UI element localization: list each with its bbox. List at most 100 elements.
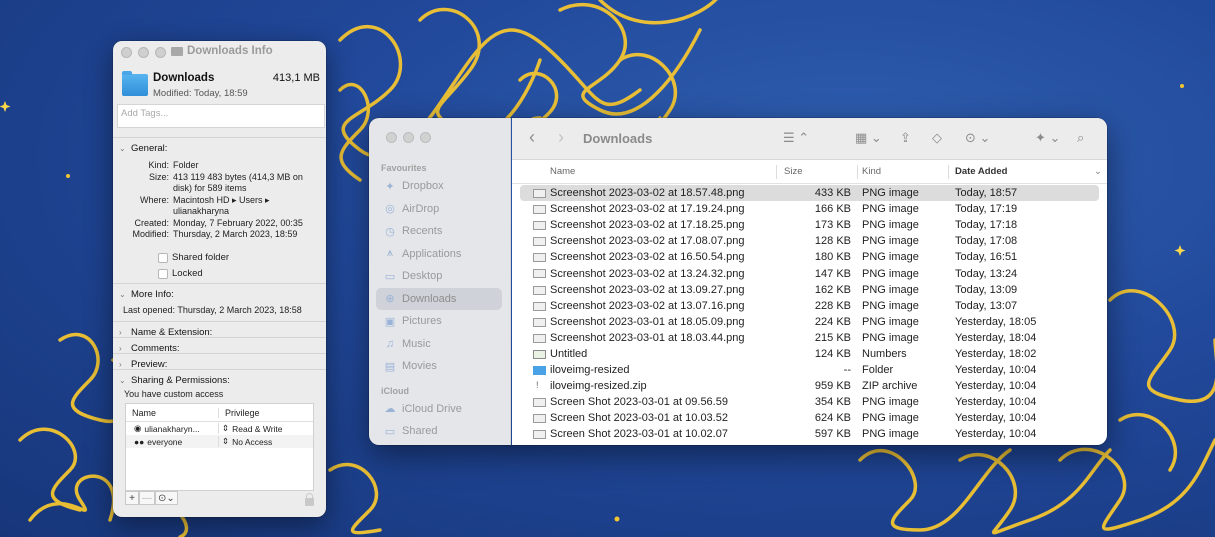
tags-input[interactable]: Add Tags...: [117, 104, 325, 128]
perm-user-privilege[interactable]: No Access: [232, 437, 272, 447]
sidebar-item-airdrop[interactable]: ◎ AirDrop: [376, 198, 502, 221]
sidebar-item-pictures[interactable]: ▣ Pictures: [376, 310, 502, 333]
list-view-icon[interactable]: ☰ ⌃: [783, 130, 809, 146]
sidebar-item-icloud-drive[interactable]: ☁ iCloud Drive: [376, 398, 502, 421]
desktop-icon: ▭: [384, 270, 396, 283]
info-window: Downloads Info Downloads 413,1 MB Modifi…: [113, 41, 326, 517]
file-row[interactable]: Screenshot 2023-03-02 at 18.57.48.png 433…: [520, 185, 1099, 202]
file-size: 228 KB: [814, 299, 851, 312]
size-column-header[interactable]: Size: [784, 166, 802, 177]
comments-section[interactable]: › Comments:: [113, 337, 326, 354]
last-opened: Last opened: Thursday, 2 March 2023, 18:…: [123, 305, 302, 315]
perm-user-privilege[interactable]: Read & Write: [232, 424, 282, 434]
file-size: 166 KB: [814, 203, 851, 216]
file-date-added: Yesterday, 18:05: [955, 315, 1037, 328]
file-row[interactable]: Screenshot 2023-03-02 at 17.08.07.png 128…: [520, 233, 1099, 249]
file-row[interactable]: Untitled 124 KB Numbers Yesterday, 18:02: [520, 346, 1099, 362]
sidebar-item-movies[interactable]: ▤ Movies: [376, 355, 502, 378]
locked-checkbox[interactable]: Locked: [158, 266, 320, 282]
file-kind: Folder: [862, 364, 894, 377]
sidebar-item-desktop[interactable]: ▭ Desktop: [376, 265, 502, 288]
file-row[interactable]: Screenshot 2023-03-01 at 18.05.09.png 224…: [520, 314, 1099, 330]
dropbox-icon[interactable]: ✦ ⌄: [1035, 130, 1060, 146]
name-column-header[interactable]: Name: [550, 166, 575, 177]
info-titlebar[interactable]: Downloads Info: [113, 41, 326, 63]
file-size: 173 KB: [814, 219, 851, 232]
file-size: --: [843, 364, 851, 377]
file-name: Screenshot 2023-03-02 at 13.24.32.png: [550, 267, 745, 280]
image-file-icon: [533, 285, 546, 295]
back-button[interactable]: ‹: [529, 127, 535, 148]
sidebar-item-label: Pictures: [402, 315, 442, 328]
more-info-disclosure[interactable]: ⌄ More Info:: [119, 288, 320, 300]
preview-section[interactable]: › Preview:: [113, 353, 326, 370]
file-row[interactable]: Screenshot 2023-03-02 at 17.18.25.png 173…: [520, 217, 1099, 233]
file-row[interactable]: ! iloveimg-resized.zip 959 KB ZIP archive Ye…: [520, 378, 1099, 394]
add-button[interactable]: +: [125, 491, 139, 505]
sidebar-item-dropbox[interactable]: ✦ Dropbox: [376, 175, 502, 198]
general-details: Kind: Folder Size: 413 119 483 bytes (41…: [119, 160, 320, 241]
sidebar-item-music[interactable]: ♫ Music: [376, 333, 502, 356]
image-file-icon: [533, 253, 546, 263]
general-disclosure[interactable]: ⌄ General:: [119, 142, 320, 154]
close-button[interactable]: [121, 46, 132, 58]
action-button[interactable]: ⊙⌄: [155, 491, 178, 505]
file-row[interactable]: Screenshot 2023-03-02 at 17.19.24.png 166…: [520, 201, 1099, 217]
minimize-button[interactable]: [403, 132, 414, 143]
minimize-button[interactable]: [138, 46, 149, 58]
item-name: Downloads: [153, 72, 215, 84]
image-file-icon: [533, 333, 546, 343]
image-file-icon: [533, 189, 546, 198]
file-row[interactable]: Screenshot 2023-03-02 at 13.24.32.png 147…: [520, 265, 1099, 281]
file-row[interactable]: Screen Shot 2023-03-01 at 09.56.59 354 KB…: [520, 394, 1099, 410]
tag-icon[interactable]: ◇: [932, 130, 942, 146]
checkbox[interactable]: [158, 268, 168, 279]
sidebar-item-label: Music: [402, 337, 431, 350]
perm-user-name: everyone: [147, 436, 183, 447]
zoom-button[interactable]: [155, 46, 166, 58]
search-icon[interactable]: ⌕: [1077, 130, 1084, 146]
shared-folder-checkbox[interactable]: Shared folder: [158, 250, 320, 266]
perm-name-header[interactable]: Name: [126, 408, 218, 418]
file-row[interactable]: Screenshot 2023-03-01 at 18.03.44.png 215…: [520, 330, 1099, 346]
chevron-down-icon[interactable]: ⌄: [1094, 166, 1102, 177]
sidebar-item-recents[interactable]: ◷ Recents: [376, 220, 502, 243]
permissions-table: Name Privilege ◉ ulianakharyn... ⇕ Read & …: [125, 403, 314, 491]
file-name: Screen Shot 2023-03-01 at 10.02.07: [550, 428, 728, 441]
file-name: Screenshot 2023-03-02 at 18.57.48.png: [550, 187, 745, 200]
permission-row[interactable]: ◉ ulianakharyn... ⇕ Read & Write: [126, 422, 313, 435]
share-icon[interactable]: ⇪: [900, 130, 911, 146]
file-row[interactable]: Screenshot 2023-03-02 at 13.07.16.png 228…: [520, 298, 1099, 314]
file-row[interactable]: iloveimg-resized -- Folder Yesterday, 10:04: [520, 362, 1099, 378]
finder-main: ‹ › Downloads ☰ ⌃ ▦ ⌄ ⇪ ◇ ⊙ ⌄ ✦ ⌄ ⌕ Name…: [512, 118, 1107, 445]
numbers-file-icon: [533, 349, 546, 359]
file-date-added: Yesterday, 10:04: [955, 428, 1037, 441]
file-date-added: Yesterday, 18:02: [955, 347, 1037, 360]
name-extension-section[interactable]: › Name & Extension:: [113, 321, 326, 338]
file-row[interactable]: Screenshot 2023-03-02 at 16.50.54.png 180…: [520, 249, 1099, 265]
image-file-icon: [533, 269, 546, 279]
remove-button[interactable]: —: [139, 491, 155, 505]
file-row[interactable]: Screen Shot 2023-03-01 at 10.02.07 597 KB…: [520, 426, 1099, 442]
permission-row[interactable]: ●● everyone ⇕ No Access: [126, 435, 313, 448]
date-added-column-header[interactable]: Date Added: [955, 166, 1007, 177]
lock-icon[interactable]: [305, 493, 314, 506]
perm-privilege-header[interactable]: Privilege: [218, 407, 313, 418]
group-icon[interactable]: ▦ ⌄: [855, 130, 882, 146]
forward-button[interactable]: ›: [558, 127, 564, 148]
sidebar-item-shared[interactable]: ▭ Shared: [376, 420, 502, 443]
file-kind: PNG image: [862, 428, 919, 441]
checkbox[interactable]: [158, 252, 168, 263]
sidebar-item-downloads[interactable]: ⊕ Downloads: [376, 287, 502, 310]
file-row[interactable]: Screenshot 2023-03-02 at 13.09.27.png 162…: [520, 282, 1099, 298]
close-button[interactable]: [386, 132, 397, 143]
kind-column-header[interactable]: Kind: [862, 166, 881, 177]
sidebar-item-applications[interactable]: ⩚ Applications: [376, 243, 502, 266]
sharing-disclosure[interactable]: ⌄ Sharing & Permissions:: [119, 374, 320, 386]
file-row[interactable]: Screen Shot 2023-03-01 at 10.03.52 624 KB…: [520, 410, 1099, 426]
zoom-button[interactable]: [420, 132, 431, 143]
updown-icon: ⇕: [222, 436, 230, 446]
more-actions-icon[interactable]: ⊙ ⌄: [965, 130, 990, 146]
item-modified: Modified: Today, 18:59: [153, 88, 248, 99]
chevron-right-icon: ›: [119, 359, 122, 369]
